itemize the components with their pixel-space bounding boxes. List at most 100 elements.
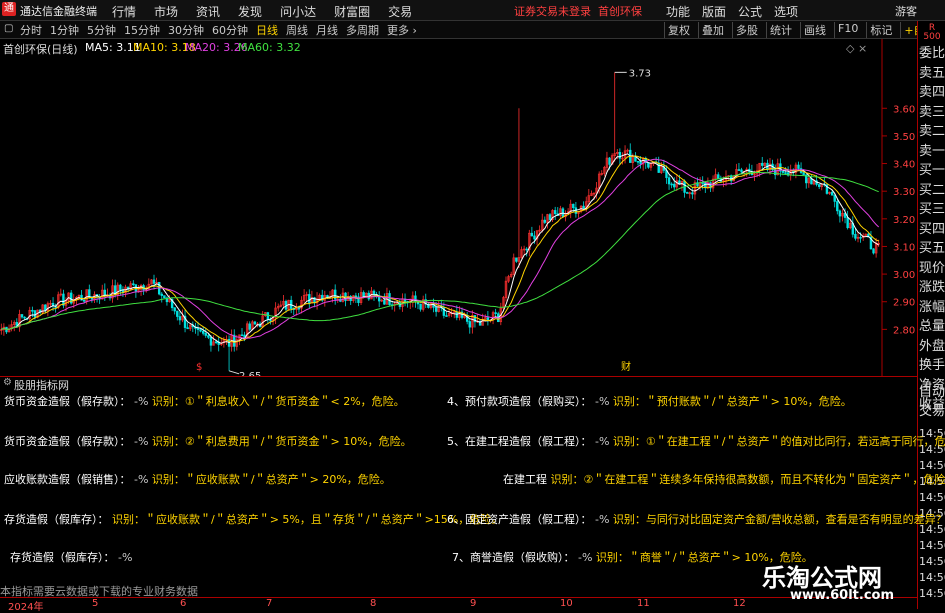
menu-item-5[interactable]: 财富圈 [334, 3, 370, 20]
tool-button-2[interactable]: 多股 [732, 22, 761, 38]
indicator-gear-icon[interactable]: ⚙ [3, 377, 12, 388]
candle-body [784, 172, 787, 174]
period-tabs: 分时 1分钟 5分钟 15分钟 30分钟 60分钟 日线 周线 月线 多周期 更多 › [20, 22, 417, 38]
tool-button-4[interactable]: 画线 [800, 22, 829, 38]
right-menu-item-3[interactable]: 选项 [774, 3, 798, 20]
period-tab-10[interactable]: 更多 › [387, 22, 417, 38]
y-tick-label-1: 3.50 [893, 132, 915, 143]
indicator-row-right-2: 在建工程 识别：②＂在建工程＂连续多年保持很高数额，而且不转化为＂固定资产＂，危… [503, 471, 945, 487]
collapse-icon[interactable]: ▢ [4, 23, 13, 34]
menu-item-2[interactable]: 资讯 [196, 3, 220, 20]
period-tab-3[interactable]: 15分钟 [124, 22, 160, 38]
tool-button-3[interactable]: 统计 [766, 22, 795, 38]
indicator-label: 6、固定资产造假（假工程）： [447, 513, 592, 526]
candle-body [830, 191, 834, 196]
menu-item-3[interactable]: 发现 [238, 3, 262, 20]
indicator-header: ⚙ 股朋指标网 [0, 376, 917, 392]
y-tick-label-5: 3.10 [893, 242, 915, 253]
candle-body [525, 248, 528, 251]
chart-canvas: 3.60 3.50 3.40 3.30 3.20 3.10 3.00 2.90 2.80 3.73… [0, 39, 915, 382]
indicator-label: 存货造假（假库存）： [4, 513, 109, 526]
tool-button-0[interactable]: 复权 [664, 22, 693, 38]
period-tab-1[interactable]: 1分钟 [50, 22, 79, 38]
x-tick-label-3: 7 [266, 598, 273, 609]
app-logo-icon: 通 [2, 2, 16, 16]
low-pointer [228, 370, 240, 375]
side-lower-0: 自动 [919, 385, 945, 400]
candle-body [618, 152, 622, 159]
menu-item-4[interactable]: 问小达 [280, 3, 316, 20]
y-tick-label-4: 3.20 [893, 215, 915, 226]
right-menu-item-2[interactable]: 公式 [738, 3, 762, 20]
ma5-line [1, 153, 879, 344]
candle-body [685, 192, 689, 194]
candle-body [240, 334, 244, 337]
x-axis: 2024年 5 6 7 8 9 10 11 12 [0, 597, 917, 613]
candle-body [419, 303, 422, 310]
right-menu-item-0[interactable]: 功能 [666, 3, 690, 20]
indicator-value: -% [130, 395, 152, 408]
candle-body [797, 164, 800, 169]
x-tick-label-8: 12 [733, 598, 746, 609]
right-menu-item-1[interactable]: 版面 [702, 3, 726, 20]
side-item-11: 现价 [919, 260, 945, 276]
candle-body [846, 217, 849, 229]
period-toolbar: ▢ 分时 1分钟 5分钟 15分钟 30分钟 60分钟 日线 周线 月线 多周期 更多 › 复权 叠加… [0, 21, 945, 39]
candle-body [33, 310, 37, 318]
side-item-10: 买五 [919, 241, 945, 256]
candle-body [209, 337, 213, 346]
period-tab-4[interactable]: 30分钟 [168, 22, 204, 38]
user-label[interactable]: 游客 [895, 3, 917, 19]
candle-body [23, 316, 26, 319]
main-menu: 行情 市场 资讯 发现 问小达 财富圈 交易 [112, 3, 412, 20]
side-item-0: 委比 [919, 46, 945, 61]
candle-body [553, 210, 557, 215]
ma20-line [1, 158, 880, 339]
right-menu: 功能 版面 公式 选项 [666, 3, 798, 20]
period-tab-6[interactable]: 日线 [256, 22, 278, 38]
candle-body [204, 333, 207, 336]
side-item-8: 买三 [919, 202, 945, 217]
candle-body [308, 294, 311, 304]
trade-time-8: 14:56 [919, 555, 945, 568]
menu-item-1[interactable]: 市场 [154, 3, 178, 20]
title-bar: 通 通达信金融终端 行情 市场 资讯 发现 问小达 财富圈 交易 证券交易未登录 首创环保 … [0, 0, 945, 21]
indicator-label: 在建工程 [503, 473, 547, 486]
candle-body [297, 307, 301, 310]
chart-tools: 复权叠加多股统计画线F10标记+自选 [664, 22, 939, 38]
candle-body [673, 183, 676, 188]
indicator-row-left-0: 货币资金造假（假存款）： -% 识别：①＂利息收入＂/＂货币资金＂< 2%，危险… [4, 393, 405, 409]
candle-body [572, 203, 575, 209]
period-tab-7[interactable]: 周线 [286, 22, 308, 38]
indicator-label: 货币资金造假（假存款）： [4, 395, 131, 408]
tool-button-1[interactable]: 叠加 [698, 22, 727, 38]
candle-body [207, 335, 210, 338]
candle-body [859, 236, 862, 239]
period-tab-8[interactable]: 月线 [316, 22, 338, 38]
watermark-url: www.60lt.com [790, 588, 895, 603]
indicator-label: 5、在建工程造假（假工程）： [447, 435, 592, 448]
period-tab-2[interactable]: 5分钟 [87, 22, 116, 38]
side-item-13: 涨幅 [919, 299, 945, 315]
candle-body [199, 329, 202, 332]
candle-body [761, 162, 764, 166]
login-notice[interactable]: 证券交易未登录 首创环保 [514, 3, 642, 19]
candle-body [103, 289, 107, 296]
candle-body [639, 161, 642, 165]
candle-body [717, 174, 720, 179]
candle-body [31, 309, 34, 312]
period-tab-5[interactable]: 60分钟 [212, 22, 248, 38]
chart-settings-icon[interactable]: ◇ × [846, 42, 867, 55]
y-tick-label-3: 3.30 [893, 187, 915, 198]
kline-chart[interactable]: 首创环保(日线) MA5: 3.11 MA10: 3.18 MA20: 3.26 MA… [0, 39, 917, 382]
menu-item-0[interactable]: 行情 [112, 3, 136, 20]
candle-body [196, 328, 200, 330]
side-item-5: 卖一 [919, 143, 945, 159]
tool-button-6[interactable]: 标记 [866, 22, 895, 38]
candle-body [486, 317, 490, 321]
menu-item-6[interactable]: 交易 [388, 3, 412, 20]
candle-body [636, 160, 640, 163]
period-tab-9[interactable]: 多周期 [346, 22, 379, 38]
tool-button-5[interactable]: F10 [834, 22, 861, 38]
period-tab-0[interactable]: 分时 [20, 22, 42, 38]
